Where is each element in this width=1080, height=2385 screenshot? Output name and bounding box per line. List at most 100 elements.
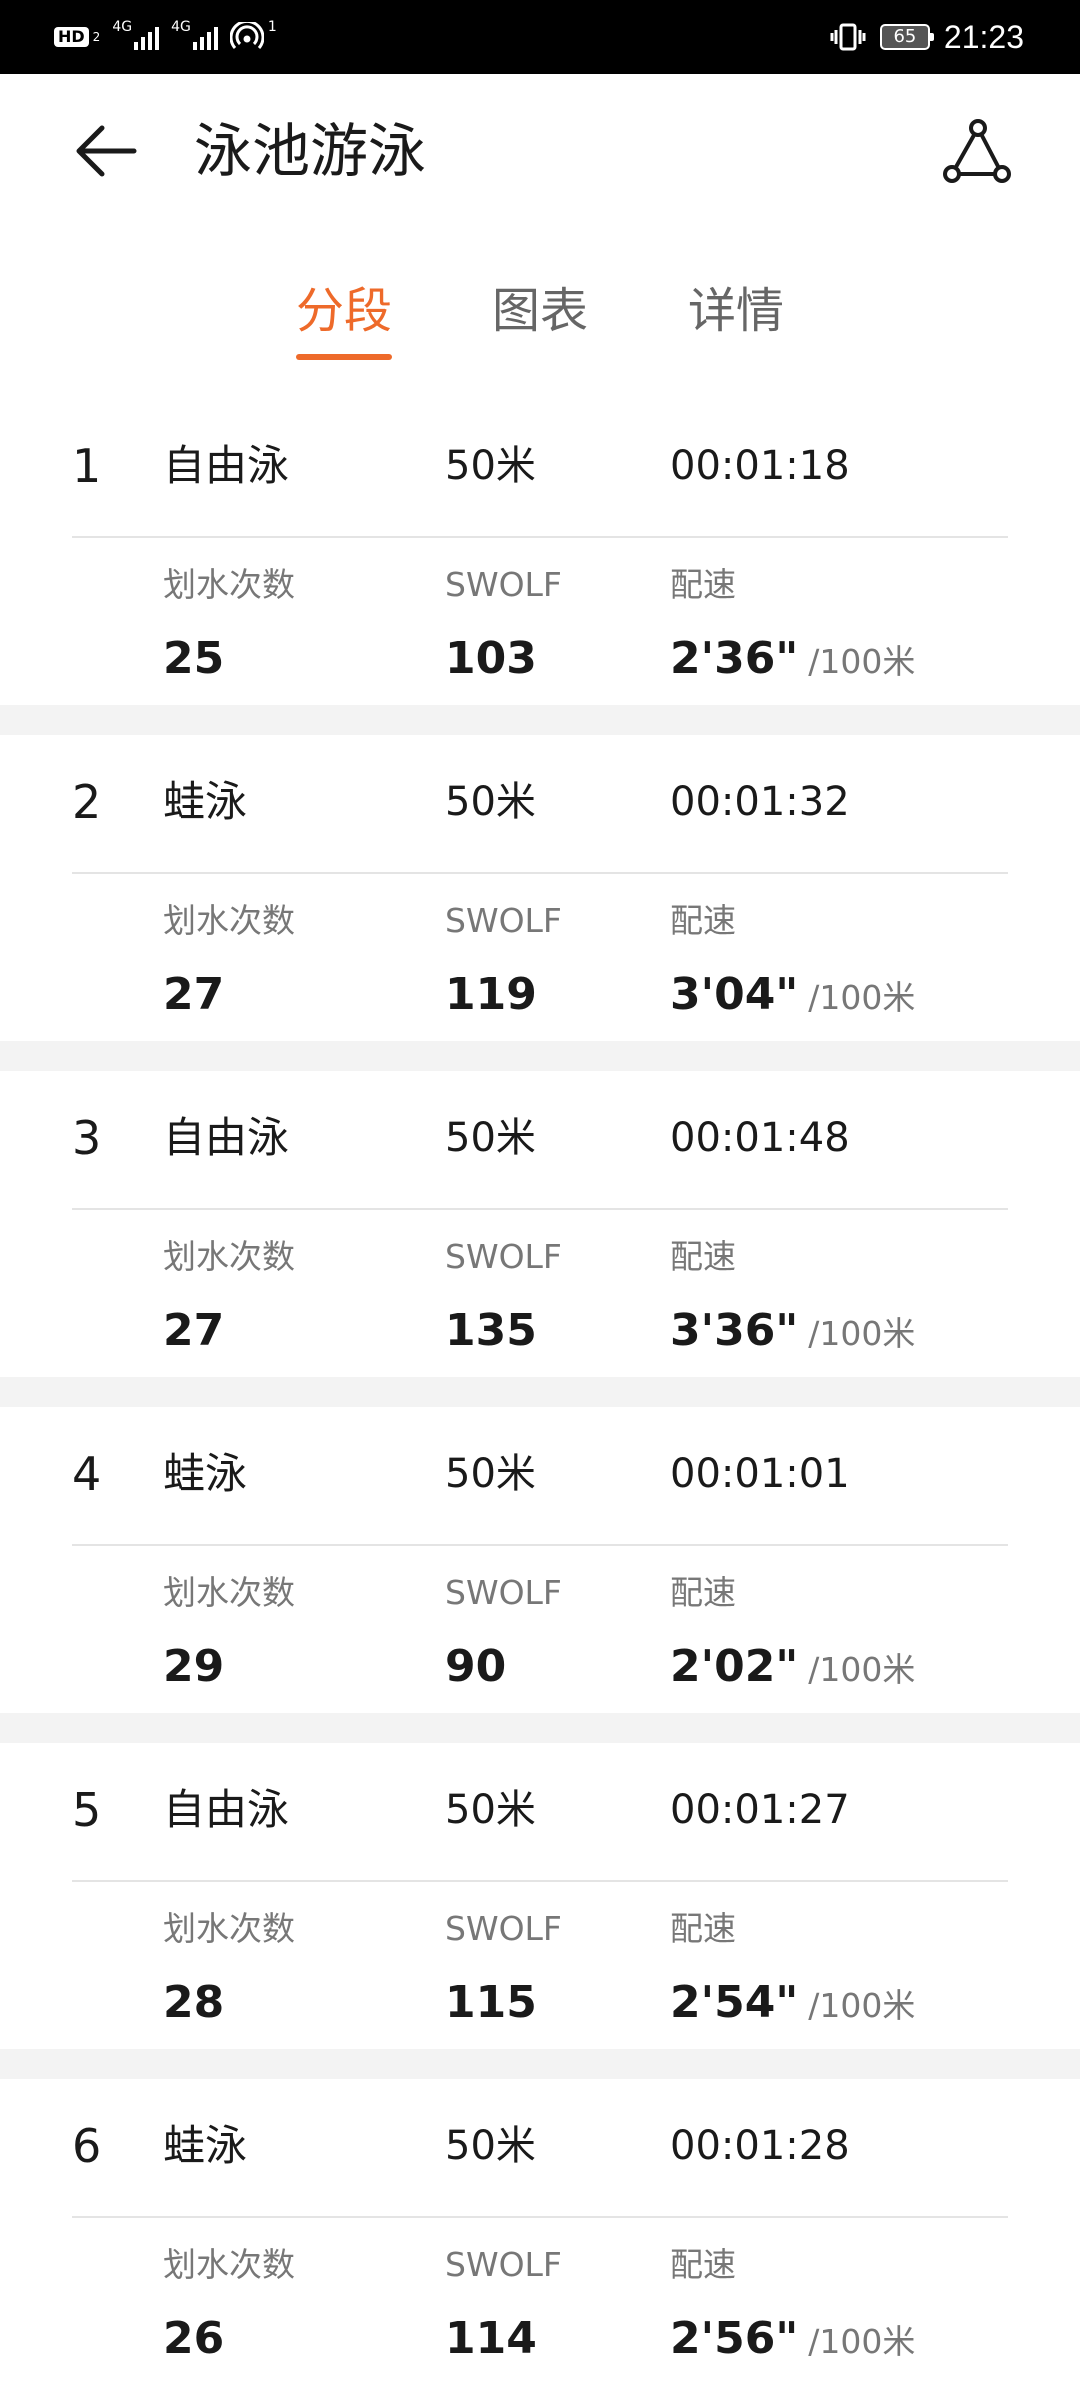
status-time: 21:23 [943, 18, 1024, 55]
hd-voice-badge: HD [54, 27, 89, 47]
status-left: HD 2 4G 4G 1 [54, 0, 277, 74]
segment-separator [0, 705, 1080, 735]
segment-index: 1 [72, 439, 102, 493]
network-type-2: 4G [171, 19, 191, 35]
route-icon [943, 119, 1011, 183]
pace-unit: /100米 [808, 1986, 916, 2025]
pace-label: 配速 [670, 1909, 736, 1948]
segment-separator [0, 1713, 1080, 1743]
status-bar: HD 2 4G 4G 1 65 21:23 [0, 0, 1080, 74]
pace-label: 配速 [670, 565, 736, 604]
swolf-value: 135 [445, 1305, 537, 1356]
segment-duration: 00:01:28 [670, 2123, 850, 2169]
tab-active-indicator [296, 354, 392, 360]
segment-divider [72, 1880, 1008, 1882]
strokes-label: 划水次数 [163, 901, 295, 940]
back-arrow-icon [76, 125, 137, 177]
pace-value: 2'56"/100米 [670, 2311, 915, 2370]
segment-separator [0, 1041, 1080, 1071]
swolf-label: SWOLF [445, 1237, 562, 1276]
tab-details[interactable]: 详情 [688, 276, 784, 346]
pace-unit: /100米 [808, 2322, 916, 2361]
tab-segments[interactable]: 分段 [296, 276, 392, 346]
segment-stroke-type: 蛙泳 [163, 777, 248, 826]
pace-value: 2'02"/100米 [670, 1639, 915, 1698]
swolf-label: SWOLF [445, 1909, 562, 1948]
swolf-label: SWOLF [445, 2245, 562, 2284]
strokes-label: 划水次数 [163, 565, 295, 604]
segment-list: 1 自由泳 50米 00:01:18 划水次数 SWOLF 配速 25 103 … [0, 399, 1080, 2385]
network-type-1: 4G [112, 19, 133, 35]
signal-icon [134, 24, 160, 50]
segment-row[interactable]: 2 蛙泳 50米 00:01:32 划水次数 SWOLF 配速 27 119 3… [0, 735, 1080, 1041]
segment-stroke-type: 蛙泳 [163, 1449, 248, 1498]
segment-row[interactable]: 6 蛙泳 50米 00:01:28 划水次数 SWOLF 配速 26 114 2… [0, 2079, 1080, 2385]
strokes-label: 划水次数 [163, 1909, 295, 1948]
segment-row[interactable]: 5 自由泳 50米 00:01:27 划水次数 SWOLF 配速 28 115 … [0, 1743, 1080, 2049]
pace-label: 配速 [670, 1573, 736, 1612]
pace-value: 2'36"/100米 [670, 631, 915, 690]
vibrate-icon [830, 23, 866, 51]
strokes-label: 划水次数 [163, 1573, 295, 1612]
segment-duration: 00:01:32 [670, 779, 850, 825]
signal-icon-2 [192, 24, 218, 50]
segment-divider [72, 536, 1008, 538]
pace-number: 2'02" [670, 1641, 799, 1692]
segment-index: 4 [72, 1447, 102, 1501]
pace-unit: /100米 [808, 1314, 916, 1353]
pace-label: 配速 [670, 1237, 736, 1276]
segment-row[interactable]: 1 自由泳 50米 00:01:18 划水次数 SWOLF 配速 25 103 … [0, 399, 1080, 705]
swolf-value: 115 [445, 1977, 537, 2028]
segment-separator [0, 2049, 1080, 2079]
battery-icon: 65 [879, 24, 934, 50]
strokes-value: 28 [163, 1977, 225, 2028]
status-right: 65 21:23 [830, 0, 1024, 74]
pace-number: 3'04" [670, 969, 799, 1020]
swolf-label: SWOLF [445, 901, 562, 940]
segment-duration: 00:01:27 [670, 1787, 850, 1833]
strokes-value: 27 [163, 969, 225, 1020]
tab-charts[interactable]: 图表 [492, 276, 588, 346]
strokes-value: 29 [163, 1641, 225, 1692]
segment-divider [72, 1544, 1008, 1546]
pace-value: 2'54"/100米 [670, 1975, 915, 2034]
pace-unit: /100米 [808, 1650, 916, 1689]
pace-value: 3'36"/100米 [670, 1303, 915, 1362]
track-button[interactable] [940, 114, 1014, 188]
back-button[interactable] [70, 116, 140, 186]
segment-distance: 50米 [445, 1115, 536, 1161]
segment-stroke-type: 蛙泳 [163, 2121, 248, 2170]
segment-distance: 50米 [445, 2123, 536, 2169]
pace-unit: /100米 [808, 978, 916, 1017]
segment-row[interactable]: 3 自由泳 50米 00:01:48 划水次数 SWOLF 配速 27 135 … [0, 1071, 1080, 1377]
pace-value: 3'04"/100米 [670, 967, 915, 1026]
hotspot-icon [229, 22, 264, 49]
tab-bar: 分段 图表 详情 [0, 276, 1080, 366]
swolf-value: 103 [445, 633, 537, 684]
segment-separator [0, 1377, 1080, 1407]
hd-voice-sub: 2 [92, 30, 101, 44]
segment-index: 3 [72, 1111, 102, 1165]
swolf-value: 90 [445, 1641, 507, 1692]
strokes-value: 26 [163, 2313, 225, 2364]
page-title: 泳池游泳 [194, 117, 427, 185]
pace-unit: /100米 [808, 642, 916, 681]
pace-number: 3'36" [670, 1305, 799, 1356]
pace-label: 配速 [670, 2245, 736, 2284]
segment-duration: 00:01:18 [670, 443, 850, 489]
strokes-value: 27 [163, 1305, 225, 1356]
strokes-label: 划水次数 [163, 2245, 295, 2284]
segment-divider [72, 2216, 1008, 2218]
segment-distance: 50米 [445, 779, 536, 825]
swolf-label: SWOLF [445, 565, 562, 604]
app-bar: 泳池游泳 [0, 74, 1080, 228]
swolf-label: SWOLF [445, 1573, 562, 1612]
strokes-label: 划水次数 [163, 1237, 295, 1276]
segment-row[interactable]: 4 蛙泳 50米 00:01:01 划水次数 SWOLF 配速 29 90 2'… [0, 1407, 1080, 1713]
segment-stroke-type: 自由泳 [163, 1113, 290, 1162]
swolf-value: 114 [445, 2313, 537, 2364]
pace-number: 2'54" [670, 1977, 799, 2028]
segment-duration: 00:01:01 [670, 1451, 850, 1497]
segment-divider [72, 1208, 1008, 1210]
segment-index: 5 [72, 1783, 102, 1837]
